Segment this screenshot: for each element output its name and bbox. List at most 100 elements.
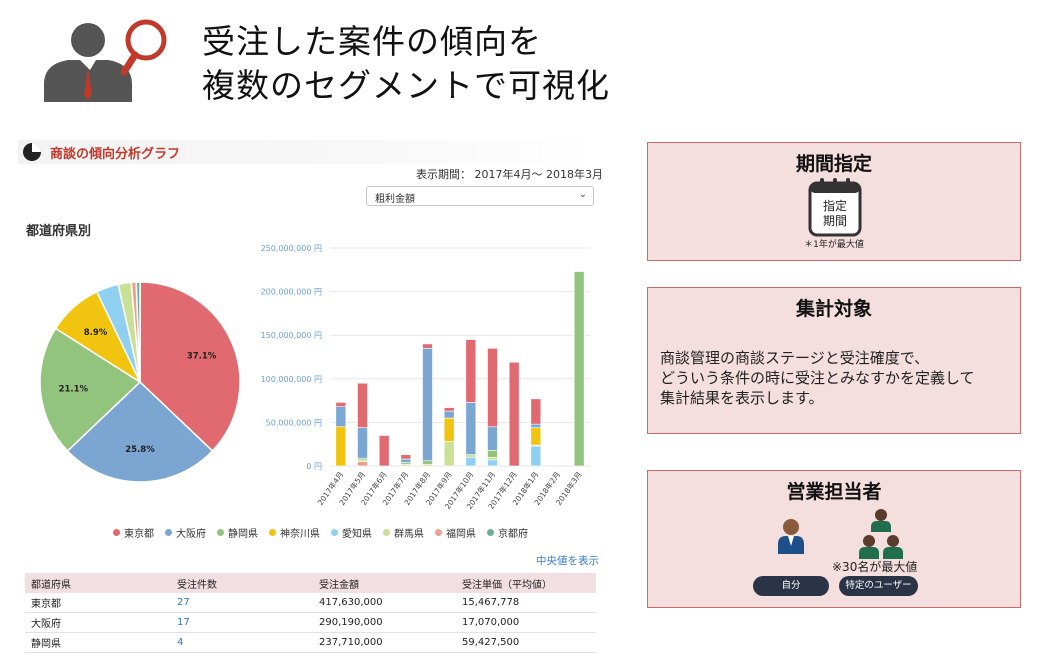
bar-segment xyxy=(530,445,542,467)
legend-item[interactable]: 愛知県 xyxy=(331,525,372,540)
bar-segment xyxy=(443,441,455,467)
bar-segment xyxy=(487,450,498,458)
period-card-title: 期間指定 xyxy=(795,153,872,175)
bar-segment xyxy=(465,456,477,467)
legend-item[interactable]: 東京都 xyxy=(113,525,154,540)
bar-segment xyxy=(357,427,368,459)
cell-count-link[interactable]: 17 xyxy=(171,612,313,633)
cell-prefecture: 静岡県 xyxy=(25,632,171,653)
legend-swatch xyxy=(331,529,338,536)
target-description: 商談管理の商談ステージと受注確度で、 どういう条件の時に受注とみなすかを定義して… xyxy=(660,348,975,408)
legend-item[interactable]: 大阪府 xyxy=(165,525,206,540)
pie-label: 25.8% xyxy=(125,445,155,455)
y-tick-label: 50,000,000 円 xyxy=(266,418,322,427)
staff-note: ※30名が最大値 xyxy=(832,560,918,574)
y-tick-label: 100,000,000 円 xyxy=(261,375,322,384)
calendar-line2: 期間 xyxy=(823,214,847,228)
legend-label: 群馬県 xyxy=(394,529,424,540)
bar-segment xyxy=(530,427,542,446)
target-card-title: 集計対象 xyxy=(795,298,872,320)
bar-segment xyxy=(378,435,390,467)
bar-segment xyxy=(422,347,433,462)
headline-line1: 受注した案件の傾向を xyxy=(202,22,542,61)
bar-segment xyxy=(335,406,347,428)
header-count: 受注件数 xyxy=(171,573,313,593)
bar-segment xyxy=(357,461,368,467)
bar-segment xyxy=(487,347,498,428)
cell-amount: 237,710,000 xyxy=(313,632,456,653)
headline: 受注した案件の傾向を 複数のセグメントで可視化 xyxy=(202,20,610,108)
period-card: 期間指定 指定 期間 ＊1年が最大値 xyxy=(647,142,1021,261)
table-row: 東京都 27 417,630,000 15,467,778 xyxy=(25,593,596,613)
legend-swatch xyxy=(165,529,172,536)
cell-prefecture: 大阪府 xyxy=(25,612,171,633)
table-row: 静岡県 4 237,710,000 59,427,500 xyxy=(25,632,596,653)
bar-segment xyxy=(465,402,477,455)
panel-header: 商談の傾向分析グラフ xyxy=(18,140,596,164)
chevron-down-icon: ⌄ xyxy=(578,189,587,200)
legend-label: 京都府 xyxy=(498,529,528,540)
headline-line2: 複数のセグメントで可視化 xyxy=(202,66,610,105)
bar-segment xyxy=(335,402,347,408)
bar-segment xyxy=(487,459,498,467)
table-row: 大阪府 17 290,190,000 17,070,000 xyxy=(25,612,596,633)
cell-count-link[interactable]: 4 xyxy=(171,632,313,653)
legend-item[interactable]: 静岡県 xyxy=(217,525,258,540)
chart-legend: 東京都 大阪府 静岡県 神奈川県 愛知県 群馬県 福岡県 京都府 xyxy=(113,525,528,540)
pie-label: 21.1% xyxy=(59,385,89,395)
cell-amount: 290,190,000 xyxy=(313,612,456,633)
bar-segment xyxy=(443,407,455,412)
y-tick-label: 200,000,000 円 xyxy=(261,288,322,297)
calendar-icon: 指定 期間 xyxy=(808,178,862,237)
pie-label: 37.1% xyxy=(187,352,217,362)
metric-select[interactable]: 粗利金額 ⌄ xyxy=(366,186,594,206)
pie-label: 8.9% xyxy=(84,328,108,338)
bar-segment xyxy=(400,458,412,463)
legend-item[interactable]: 群馬県 xyxy=(383,525,424,540)
staff-card-title: 営業担当者 xyxy=(786,481,882,503)
panel-title: 商談の傾向分析グラフ xyxy=(50,147,181,162)
staff-card: 営業担当者 ※30名が最大値 自分 特定のユーザー xyxy=(647,470,1021,608)
legend-swatch xyxy=(487,529,494,536)
legend-label: 愛知県 xyxy=(342,529,372,540)
legend-item[interactable]: 京都府 xyxy=(487,525,528,540)
prefecture-table: 都道府県 受注件数 受注金額 受注単価（平均値） 東京都 27 417,630,… xyxy=(25,573,596,653)
y-tick-label: 150,000,000 円 xyxy=(261,331,322,340)
specific-user-button[interactable]: 特定のユーザー xyxy=(839,576,918,596)
legend-swatch xyxy=(435,529,442,536)
cell-unit-price: 59,427,500 xyxy=(456,632,596,653)
legend-label: 福岡県 xyxy=(446,529,476,540)
cell-prefecture: 東京都 xyxy=(25,593,171,613)
bar-segment xyxy=(465,454,477,458)
bar-segment xyxy=(465,339,477,403)
legend-label: 神奈川県 xyxy=(280,529,320,540)
bar-segment xyxy=(357,382,368,428)
metric-select-value: 粗利金額 xyxy=(375,194,415,205)
median-link[interactable]: 中央値を表示 xyxy=(536,553,599,568)
legend-swatch xyxy=(269,529,276,536)
legend-item[interactable]: 福岡県 xyxy=(435,525,476,540)
legend-item[interactable]: 神奈川県 xyxy=(269,525,320,540)
bar-segment xyxy=(530,423,542,428)
y-tick-label: 250,000,000 円 xyxy=(261,244,322,253)
person-search-icon xyxy=(44,19,167,102)
header-prefecture: 都道府県 xyxy=(25,573,171,593)
bar-segment xyxy=(443,417,455,442)
pie-heading: 都道府県別 xyxy=(26,224,92,239)
legend-label: 東京都 xyxy=(124,529,154,540)
bar-segment xyxy=(487,456,498,461)
legend-label: 静岡県 xyxy=(228,529,258,540)
self-button[interactable]: 自分 xyxy=(753,576,829,596)
stacked-bar-chart: 0 円 50,000,000 円 100,000,000 円 150,000,000 … xyxy=(261,244,590,511)
single-user-icon xyxy=(778,519,804,554)
bar-segment xyxy=(443,410,455,419)
calendar-line1: 指定 xyxy=(823,198,847,213)
legend-swatch xyxy=(383,529,390,536)
cell-unit-price: 15,467,778 xyxy=(456,593,596,613)
cell-count-link[interactable]: 27 xyxy=(171,593,313,613)
table-header-row: 都道府県 受注件数 受注金額 受注単価（平均値） xyxy=(25,573,596,593)
bar-segment xyxy=(400,454,412,460)
cell-amount: 417,630,000 xyxy=(313,593,456,613)
legend-label: 大阪府 xyxy=(176,529,206,540)
bar-segment xyxy=(422,460,433,465)
